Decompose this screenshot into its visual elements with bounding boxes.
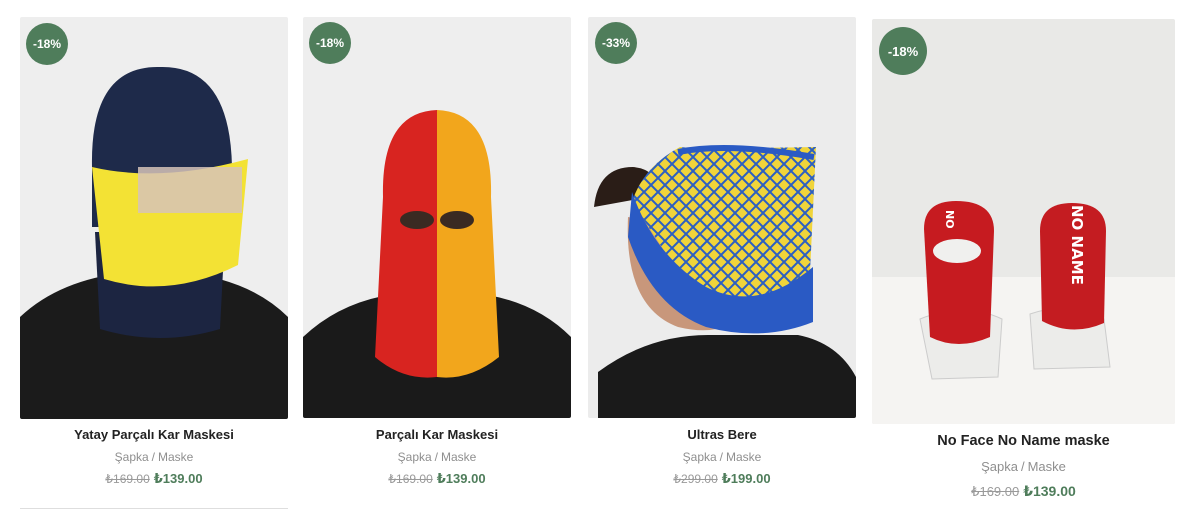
category-link[interactable]: Şapka <box>981 459 1018 474</box>
category-link[interactable]: Şapka <box>398 450 432 464</box>
discount-badge: -18% <box>309 22 351 64</box>
category-separator: / <box>719 450 724 464</box>
category-separator: / <box>434 450 439 464</box>
category-separator: / <box>1020 459 1025 474</box>
old-price: ₺299.00 <box>673 472 718 486</box>
category-separator: / <box>151 450 156 464</box>
product-photo-beanie-blue-yellow <box>588 17 856 418</box>
product-categories: Şapka / Maske <box>588 450 856 464</box>
product-image[interactable]: NO NO NAME <box>872 19 1175 424</box>
old-price: ₺169.00 <box>388 472 433 486</box>
sale-price: ₺199.00 <box>721 471 771 486</box>
category-link[interactable]: Maske <box>158 450 193 464</box>
sale-price: ₺139.00 <box>1023 483 1076 499</box>
category-link[interactable]: Maske <box>441 450 476 464</box>
old-price: ₺169.00 <box>971 484 1020 499</box>
product-title[interactable]: Parçalı Kar Maskesi <box>303 427 571 442</box>
product-card[interactable]: -18% Parçalı Kar Maskesi Şapka / Maske ₺16… <box>303 17 571 487</box>
product-card[interactable]: NO NO NAME -18% No Face No Name maske Şa… <box>872 19 1175 501</box>
sale-price: ₺139.00 <box>153 471 203 486</box>
discount-badge: -18% <box>26 23 68 65</box>
product-title[interactable]: Ultras Bere <box>588 427 856 442</box>
sale-price: ₺139.00 <box>436 471 486 486</box>
product-categories: Şapka / Maske <box>872 459 1175 474</box>
category-link[interactable]: Maske <box>726 450 761 464</box>
product-title[interactable]: Yatay Parçalı Kar Maskesi <box>20 427 288 442</box>
category-link[interactable]: Maske <box>1028 459 1066 474</box>
product-price: ₺169.00 ₺139.00 <box>303 471 571 487</box>
product-price: ₺169.00 ₺139.00 <box>20 471 288 487</box>
product-photo-balaclava-navy-yellow <box>20 17 288 419</box>
product-image[interactable] <box>20 17 288 419</box>
category-link[interactable]: Şapka <box>115 450 149 464</box>
product-title[interactable]: No Face No Name maske <box>872 433 1175 449</box>
category-link[interactable]: Şapka <box>683 450 717 464</box>
card-divider <box>20 508 288 509</box>
product-card[interactable]: -33% Ultras Bere Şapka / Maske ₺299.00 ₺199… <box>588 17 856 487</box>
discount-badge: -18% <box>879 27 927 75</box>
product-image[interactable] <box>303 17 571 418</box>
old-price: ₺169.00 <box>105 472 150 486</box>
product-photo-red-masks: NO NO NAME <box>872 19 1175 424</box>
product-categories: Şapka / Maske <box>20 450 288 464</box>
product-photo-balaclava-red-orange <box>303 17 571 418</box>
mask-print-text: NO NAME <box>1068 205 1086 285</box>
product-price: ₺299.00 ₺199.00 <box>588 471 856 487</box>
product-image[interactable] <box>588 17 856 418</box>
product-categories: Şapka / Maske <box>303 450 571 464</box>
product-card[interactable]: -18% Yatay Parçalı Kar Maskesi Şapka / Mas… <box>20 17 288 487</box>
mask-print-text: NO <box>943 210 956 229</box>
discount-badge: -33% <box>595 22 637 64</box>
product-price: ₺169.00 ₺139.00 <box>872 483 1175 500</box>
